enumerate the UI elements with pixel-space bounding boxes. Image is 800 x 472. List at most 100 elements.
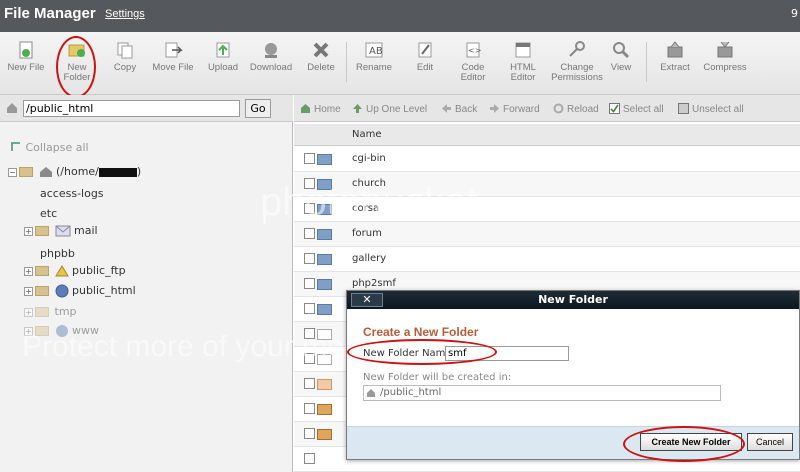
new-folder-dialog: New Folder ✕ Create a New Folder New Fol… <box>346 290 800 462</box>
tree-item-access-logs[interactable]: access-logs <box>40 187 104 200</box>
forward-link[interactable]: Forward <box>489 103 540 115</box>
path-bar: Go <box>0 95 293 122</box>
tree-item-public-ftp[interactable]: + public_ftp <box>24 264 126 277</box>
created-in-path: /public_html <box>363 385 721 401</box>
settings-link[interactable]: Settings <box>105 8 145 20</box>
extract-button[interactable]: Extract <box>656 40 694 73</box>
house-icon <box>39 167 52 177</box>
collapse-all-link[interactable]: Collapse all <box>10 141 89 154</box>
row-checkbox[interactable] <box>304 303 315 314</box>
row-checkbox[interactable] <box>304 428 315 439</box>
compress-button[interactable]: Compress <box>701 40 749 73</box>
go-button[interactable]: Go <box>245 99 271 118</box>
svg-text:AB: AB <box>369 46 383 57</box>
app-title: File Manager <box>4 5 96 22</box>
row-checkbox[interactable] <box>304 253 315 264</box>
checked-box-icon <box>609 103 620 114</box>
view-button[interactable]: View <box>608 40 634 73</box>
column-name-header[interactable]: Name <box>352 129 382 140</box>
folder-icon <box>317 304 332 315</box>
download-button[interactable]: Download <box>249 40 293 73</box>
file-list-header: Name <box>294 124 800 146</box>
row-checkbox[interactable] <box>304 153 315 164</box>
dialog-header: New Folder <box>347 291 799 309</box>
key-icon <box>569 41 585 57</box>
table-row[interactable]: forum <box>294 222 800 247</box>
tree-item-etc[interactable]: etc <box>40 207 57 220</box>
edit-button[interactable]: Edit <box>412 40 438 73</box>
created-in-label: New Folder will be created in: <box>363 372 512 383</box>
upload-button[interactable]: Upload <box>206 40 240 73</box>
row-checkbox[interactable] <box>304 378 315 389</box>
change-permissions-button[interactable]: Change Permissions <box>548 40 606 83</box>
corner-text: 9 <box>791 7 798 20</box>
folder-tree-panel: Go Collapse all − (/home/) access-logs e… <box>0 95 293 472</box>
dialog-close-button[interactable]: ✕ <box>351 293 383 307</box>
redacted-username <box>98 167 137 177</box>
table-row[interactable]: gallery <box>294 247 800 272</box>
table-row[interactable]: church <box>294 172 800 197</box>
home-link[interactable]: Home <box>300 103 341 115</box>
ftp-icon <box>54 265 69 277</box>
row-checkbox[interactable] <box>304 178 315 189</box>
select-all-link[interactable]: Select all <box>609 103 664 115</box>
folder-icon <box>317 279 332 290</box>
cancel-button[interactable]: Cancel <box>747 433 793 451</box>
tree-item-public-html[interactable]: + public_html <box>24 284 136 298</box>
path-input[interactable] <box>23 100 240 117</box>
row-checkbox[interactable] <box>304 203 315 214</box>
file-icon <box>317 329 332 340</box>
toolbar-separator <box>346 42 347 82</box>
html-editor-button[interactable]: HTML Editor <box>506 40 540 83</box>
forward-arrow-icon <box>490 104 499 113</box>
row-checkbox[interactable] <box>304 228 315 239</box>
move-file-button[interactable]: Move File <box>150 40 196 73</box>
folder-icon <box>317 229 332 240</box>
tree-item-phpbb[interactable]: phpbb <box>40 247 75 260</box>
unselect-all-link[interactable]: Unselect all <box>678 103 744 115</box>
tree-root[interactable]: − (/home/) <box>8 165 141 178</box>
up-arrow-icon <box>353 104 362 113</box>
globe-icon <box>55 325 68 337</box>
row-checkbox[interactable] <box>304 403 315 414</box>
highlight-circle-name <box>347 339 497 365</box>
highlight-circle-new-folder <box>56 36 96 98</box>
tree-item-www[interactable]: + www <box>24 324 99 338</box>
archive-icon <box>317 404 332 415</box>
table-row[interactable]: corsa <box>294 197 800 222</box>
row-checkbox[interactable] <box>304 278 315 289</box>
folder-icon <box>35 326 49 336</box>
folder-icon <box>317 254 332 265</box>
table-row[interactable]: cgi-bin <box>294 147 800 172</box>
move-file-icon <box>165 42 183 58</box>
archive-icon <box>317 379 332 390</box>
rename-icon: AB <box>365 42 383 58</box>
dialog-heading: Create a New Folder <box>363 325 479 339</box>
tree-item-tmp[interactable]: + tmp <box>24 305 77 318</box>
upload-icon <box>216 42 230 58</box>
svg-text:<>: <> <box>468 46 481 55</box>
back-link[interactable]: Back <box>441 103 477 115</box>
unchecked-box-icon <box>678 103 689 114</box>
new-file-button[interactable]: New File <box>6 40 46 73</box>
home-icon <box>367 389 375 397</box>
code-editor-button[interactable]: <> Code Editor <box>456 40 490 83</box>
reload-link[interactable]: Reload <box>553 103 599 115</box>
html-editor-icon <box>515 42 531 58</box>
rename-button[interactable]: AB Rename <box>355 40 393 73</box>
envelope-icon <box>55 225 70 237</box>
back-arrow-icon <box>442 104 451 113</box>
copy-icon <box>117 42 133 59</box>
copy-button[interactable]: Copy <box>110 40 140 73</box>
delete-button[interactable]: Delete <box>305 40 337 73</box>
tree-item-mail[interactable]: + mail <box>24 224 98 237</box>
folder-icon <box>317 204 332 215</box>
up-one-level-link[interactable]: Up One Level <box>352 103 427 115</box>
globe-icon <box>55 284 68 298</box>
title-bar: File Manager Settings 9 <box>0 0 800 32</box>
row-checkbox[interactable] <box>304 353 315 364</box>
row-checkbox[interactable] <box>304 453 315 464</box>
row-checkbox[interactable] <box>304 328 315 339</box>
folder-icon <box>317 154 332 165</box>
folder-icon <box>19 167 33 177</box>
